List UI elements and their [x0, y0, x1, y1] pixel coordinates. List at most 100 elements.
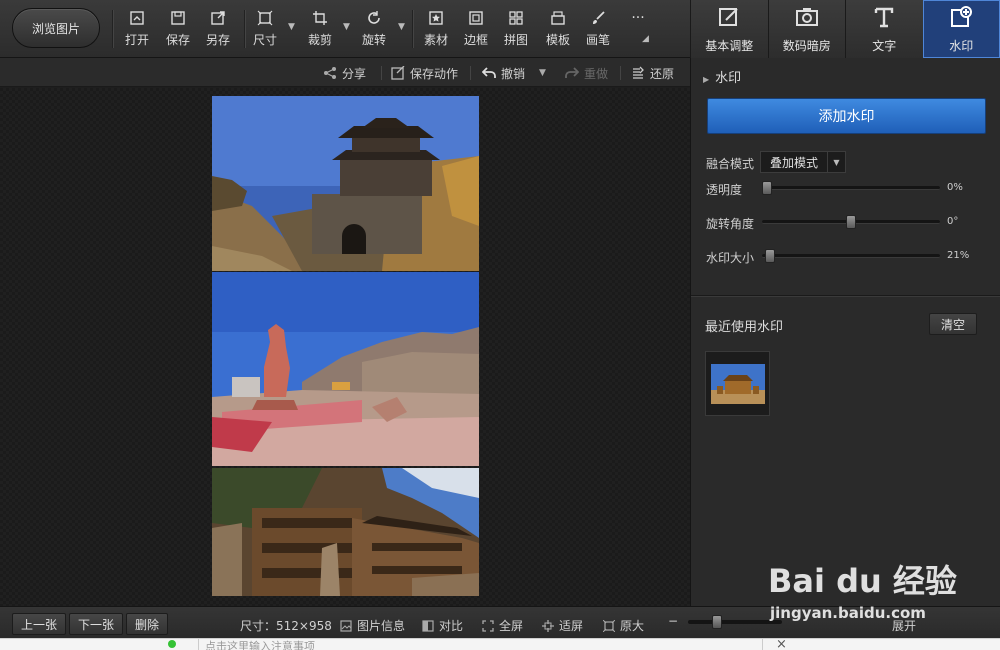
save-as-button[interactable]: 另存: [200, 8, 236, 52]
blend-mode-select[interactable]: 叠加模式 ▼: [760, 151, 846, 173]
compare-button[interactable]: 对比: [422, 617, 463, 634]
blend-mode-value: 叠加模式: [770, 155, 819, 170]
undo-label: 撤销: [501, 66, 526, 81]
add-watermark-button[interactable]: 添加水印: [707, 98, 986, 134]
template-icon: [548, 8, 568, 28]
image-info-icon: [340, 619, 352, 632]
recent-watermarks-title: 最近使用水印: [705, 320, 784, 335]
watermark-size-slider[interactable]: [762, 249, 940, 263]
fullscreen-icon: [482, 619, 494, 632]
share-button[interactable]: 分享: [323, 64, 366, 82]
watermark-icon: [949, 5, 973, 33]
delete-image-button[interactable]: 删除: [126, 613, 169, 635]
collage-icon: [506, 8, 526, 28]
image-size-text: 尺寸：512×958: [240, 619, 332, 633]
zoom-slider[interactable]: [688, 615, 782, 629]
zoom-slider-thumb[interactable]: [711, 615, 722, 629]
save-button[interactable]: 保存: [160, 8, 196, 52]
rotation-slider[interactable]: [762, 215, 940, 229]
rotate-label: 旋转: [361, 33, 386, 47]
tab-basic-adjust[interactable]: 基本调整: [690, 0, 768, 58]
action-divider: [470, 66, 471, 80]
redo-button[interactable]: 重做: [565, 64, 608, 82]
close-icon[interactable]: ×: [776, 639, 787, 650]
share-label: 分享: [342, 66, 367, 81]
template-label: 模板: [545, 33, 570, 47]
image-info-button[interactable]: 图片信息: [340, 617, 405, 634]
original-size-button[interactable]: 原大: [603, 617, 644, 634]
image-canvas[interactable]: [0, 88, 690, 606]
panel-divider: [691, 295, 1000, 296]
recent-watermark-image: [710, 363, 765, 404]
border-button[interactable]: 边框: [458, 8, 494, 52]
fit-screen-button[interactable]: 适屏: [542, 617, 583, 634]
watermark-size-slider-thumb[interactable]: [765, 249, 776, 263]
crop-button[interactable]: 裁剪: [302, 8, 338, 52]
border-label: 边框: [463, 33, 488, 47]
action-divider: [620, 66, 621, 80]
resize-dropdown-caret[interactable]: ▼: [288, 22, 295, 32]
browse-images-button[interactable]: 浏览图片: [12, 8, 100, 48]
fit-screen-label: 适屏: [559, 619, 584, 633]
more-tools-button[interactable]: ···: [620, 8, 656, 52]
tab-text[interactable]: 文字: [845, 0, 923, 58]
tab-darkroom[interactable]: 数码暗房: [767, 0, 845, 58]
online-status-dot: [168, 640, 176, 648]
notes-divider: [762, 639, 763, 650]
brush-button[interactable]: 画笔: [580, 8, 616, 52]
rotate-button[interactable]: 旋转: [356, 8, 392, 52]
material-label: 素材: [423, 33, 448, 47]
rotation-slider-thumb[interactable]: [846, 215, 856, 229]
save-as-icon: [208, 8, 228, 28]
restore-button[interactable]: 还原: [631, 64, 674, 82]
save-action-label: 保存动作: [410, 66, 459, 81]
rotate-dropdown-caret[interactable]: ▼: [398, 22, 405, 32]
resize-label: 尺寸: [252, 33, 277, 47]
rotation-label: 旋转角度: [706, 217, 755, 231]
resize-button[interactable]: 尺寸: [247, 8, 283, 52]
collapse-triangle-icon: ▶: [703, 75, 710, 84]
tab-basic-adjust-label: 基本调整: [705, 38, 754, 53]
opacity-slider-thumb[interactable]: [762, 181, 772, 195]
share-icon: [324, 67, 336, 79]
recent-watermark-thumbnail[interactable]: [705, 351, 770, 416]
crop-label: 裁剪: [307, 33, 332, 47]
expand-button[interactable]: 展开: [892, 617, 916, 634]
image-info-label: 图片信息: [357, 619, 406, 633]
material-icon: [426, 8, 446, 28]
toolbar-divider: [412, 10, 413, 48]
undo-icon: [482, 67, 496, 78]
collage-button[interactable]: 拼图: [498, 8, 534, 52]
undo-button[interactable]: 撤销: [482, 64, 525, 82]
save-action-button[interactable]: 保存动作: [391, 64, 458, 82]
notes-divider: [198, 639, 199, 650]
opacity-slider-track: [762, 186, 940, 190]
open-button[interactable]: 打开: [119, 8, 155, 52]
zoom-slider-track: [688, 620, 782, 624]
previous-image-button[interactable]: 上一张: [12, 613, 67, 635]
restore-icon: [633, 66, 644, 79]
status-bar: 上一张 下一张 删除 尺寸：512×958 图片信息 对比 全屏 适屏 原大 −…: [0, 606, 1000, 638]
crop-dropdown-caret[interactable]: ▼: [343, 22, 350, 32]
tab-darkroom-label: 数码暗房: [782, 38, 831, 53]
zoom-out-button[interactable]: −: [668, 614, 678, 628]
tab-watermark[interactable]: 水印: [922, 0, 1000, 58]
right-tabs: 基本调整 数码暗房 文字 水印: [690, 0, 1000, 58]
crop-icon: [310, 8, 330, 28]
notes-input[interactable]: 点击这里输入注意事项: [205, 639, 315, 650]
opacity-slider[interactable]: [762, 181, 940, 195]
undo-history-caret[interactable]: ▼: [539, 64, 546, 82]
watermark-section-header[interactable]: ▶ 水印: [703, 67, 741, 86]
clear-recent-button[interactable]: 清空: [929, 313, 977, 335]
watermark-size-slider-track: [762, 254, 940, 258]
expand-label: 展开: [892, 619, 917, 633]
next-image-button[interactable]: 下一张: [69, 613, 124, 635]
watermark-size-value: 21%: [947, 250, 970, 261]
collage-label: 拼图: [503, 33, 528, 47]
more-icon: ···: [631, 10, 645, 26]
fullscreen-button[interactable]: 全屏: [482, 617, 523, 634]
template-button[interactable]: 模板: [540, 8, 576, 52]
fullscreen-label: 全屏: [499, 619, 524, 633]
material-button[interactable]: 素材: [418, 8, 454, 52]
more-expand-caret[interactable]: ◢: [642, 34, 649, 44]
